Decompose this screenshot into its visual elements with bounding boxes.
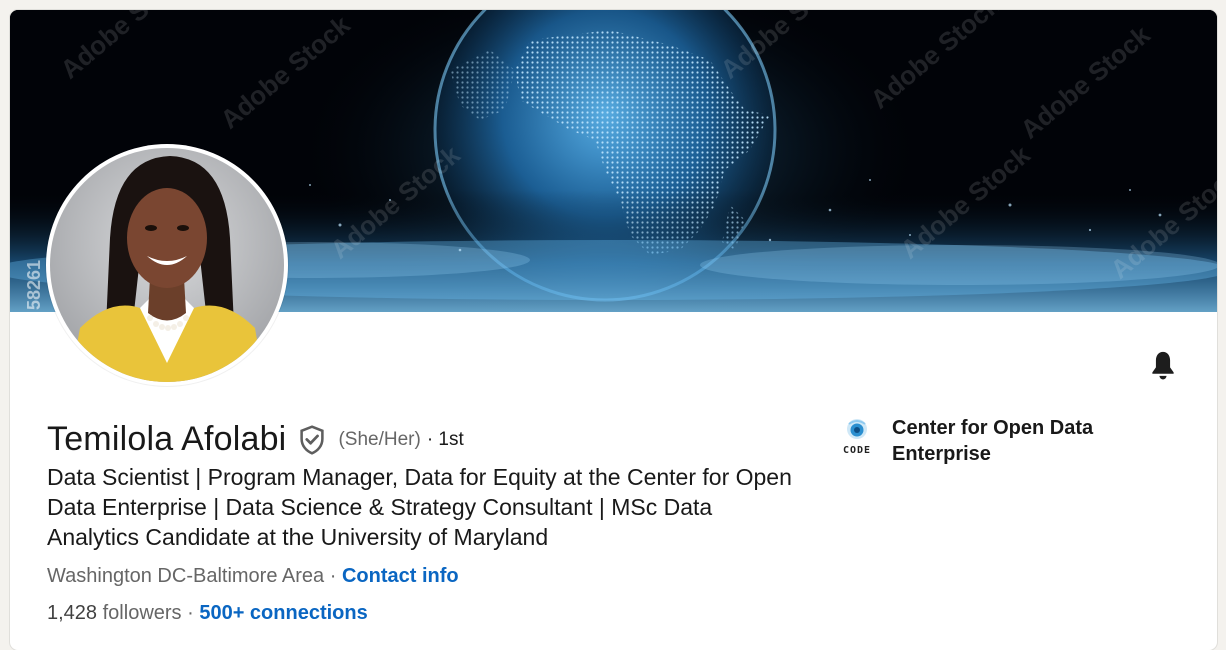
network-stats: 1,428 followers · 500+ connections [47, 602, 368, 625]
verified-shield-icon[interactable] [298, 424, 326, 455]
company-logo: CODE [836, 415, 878, 457]
location-row: Washington DC-Baltimore Area · Contact i… [47, 565, 459, 588]
company-logo-text: CODE [842, 445, 872, 456]
pronouns: (She/Her) [338, 428, 421, 450]
code-eye-logo-icon [847, 419, 867, 439]
connections-link[interactable]: 500+ connections [199, 602, 367, 624]
contact-info-link[interactable]: Contact info [342, 565, 459, 587]
banner-stock-id: 58261 [24, 260, 44, 310]
followers-label: followers [102, 602, 182, 624]
company-name: Center for Open Data Enterprise [892, 417, 1094, 465]
current-company[interactable]: CODE Center for Open Data Enterprise [836, 415, 1132, 467]
connection-degree: · 1st [426, 428, 464, 450]
profile-headline: Data Scientist | Program Manager, Data f… [47, 464, 792, 550]
profile-card: Adobe Stock Adobe Stock Adobe Stock Adob… [10, 10, 1217, 650]
profile-name: Temilola Afolabi [47, 420, 287, 458]
bell-icon [1152, 351, 1174, 380]
name-row: Temilola Afolabi (She/Her) · 1st [47, 420, 464, 459]
followers-count: 1,428 [47, 602, 98, 624]
location-separator: · [324, 565, 342, 587]
notification-bell-button[interactable] [1146, 349, 1180, 383]
location-text: Washington DC-Baltimore Area [47, 565, 325, 587]
avatar [50, 148, 284, 382]
stats-separator: · [187, 602, 200, 624]
profile-photo[interactable] [46, 144, 288, 386]
